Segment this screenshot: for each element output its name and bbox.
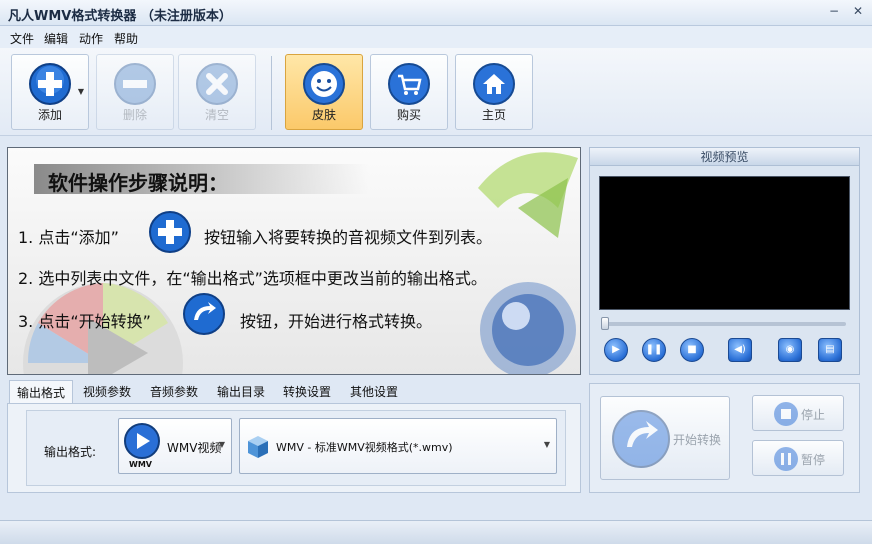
- skin-label: 皮肤: [311, 108, 336, 122]
- tab-output-format[interactable]: 输出格式: [9, 380, 73, 404]
- seek-handle[interactable]: [601, 317, 609, 330]
- convert-arrow-icon: [612, 410, 670, 468]
- menu-help[interactable]: 帮助: [114, 30, 138, 47]
- plus-icon: [149, 211, 191, 253]
- close-button[interactable]: ✕: [850, 4, 866, 20]
- chevron-down-icon: ▼: [543, 440, 550, 449]
- format-profile-value: WMV - 标准WMV视频格式(*.wmv): [276, 441, 453, 454]
- home-label: 主页: [481, 108, 506, 122]
- pause-button[interactable]: 暂停: [752, 440, 844, 476]
- clear-label: 清空: [204, 108, 229, 122]
- title-bar: 凡人WMV格式转换器 （未注册版本） − ✕: [0, 0, 872, 26]
- skin-button[interactable]: 皮肤: [285, 54, 363, 130]
- output-format-label: 输出格式:: [44, 445, 97, 459]
- tab-other-settings[interactable]: 其他设置: [342, 380, 406, 404]
- video-preview-panel: 视频预览 ▶ ❚❚ ■ ◀) ◉ ▤: [589, 147, 860, 375]
- menu-bar: 文件 编辑 动作 帮助: [0, 26, 872, 48]
- x-icon: [196, 63, 238, 105]
- step-1-prefix: 1. 点击“添加”: [18, 228, 119, 247]
- buy-button[interactable]: 购买: [370, 54, 448, 130]
- instructions-panel: 软件操作步骤说明： 1. 点击“添加” 按钮输入将要转换的音视频文件到列表。 2…: [7, 147, 581, 375]
- step-2: 2. 选中列表中文件，在“输出格式”选项框中更改当前的输出格式。: [18, 269, 487, 288]
- plus-icon: [29, 63, 71, 105]
- play-icon[interactable]: ▶: [604, 338, 628, 362]
- minimize-button[interactable]: −: [826, 4, 842, 20]
- start-convert-button[interactable]: 开始转换: [600, 396, 730, 480]
- cart-icon: [388, 63, 430, 105]
- remove-label: 删除: [122, 108, 147, 122]
- clear-button[interactable]: 清空: [178, 54, 256, 130]
- tab-video-params[interactable]: 视频参数: [75, 380, 139, 404]
- instructions-header: 软件操作步骤说明：: [34, 164, 368, 195]
- window-title: 凡人WMV格式转换器 （未注册版本）: [8, 9, 232, 24]
- volume-icon[interactable]: ◀): [728, 338, 752, 362]
- tab-audio-params[interactable]: 音频参数: [142, 380, 206, 404]
- wmv-player-icon: [124, 423, 160, 459]
- instructions-title: 软件操作步骤说明：: [48, 171, 228, 195]
- remove-button[interactable]: 删除: [96, 54, 174, 130]
- home-button[interactable]: 主页: [455, 54, 533, 130]
- status-bar: [0, 520, 872, 544]
- format-category-value: WMV视频: [167, 441, 222, 455]
- pause-label: 暂停: [801, 453, 826, 467]
- add-button[interactable]: ▼ 添加: [11, 54, 89, 130]
- smiley-icon: [303, 63, 345, 105]
- pause-icon[interactable]: ❚❚: [642, 338, 666, 362]
- minus-icon: [114, 63, 156, 105]
- snapshot-icon[interactable]: ◉: [778, 338, 802, 362]
- seek-bar[interactable]: [603, 322, 846, 326]
- orb-logo-icon: [480, 282, 576, 374]
- wmv-badge: WMV: [129, 460, 152, 469]
- format-profile-select[interactable]: WMV - 标准WMV视频格式(*.wmv) ▼: [239, 418, 557, 474]
- tab-output-dir[interactable]: 输出目录: [209, 380, 273, 404]
- toolbar-separator: [271, 56, 272, 130]
- chevron-down-icon[interactable]: ▼: [78, 87, 84, 96]
- menu-action[interactable]: 动作: [79, 30, 103, 47]
- start-convert-label: 开始转换: [673, 433, 722, 447]
- convert-arrow-icon: [183, 293, 225, 335]
- buy-label: 购买: [396, 108, 421, 122]
- preview-title: 视频预览: [590, 148, 859, 166]
- format-category-select[interactable]: WMV WMV视频 ▼: [118, 418, 232, 474]
- menu-file[interactable]: 文件: [10, 30, 34, 47]
- video-screen: [599, 176, 850, 310]
- stop-icon: [774, 402, 798, 426]
- video-cube-icon: [248, 436, 268, 458]
- folder-icon[interactable]: ▤: [818, 338, 842, 362]
- stop-label: 停止: [801, 408, 826, 422]
- step-3-suffix: 按钮，开始进行格式转换。: [240, 312, 433, 331]
- chevron-down-icon: ▼: [218, 440, 225, 449]
- tab-convert-settings[interactable]: 转换设置: [275, 380, 339, 404]
- toolbar: ▼ 添加 删除 清空 皮肤 购买 主页: [0, 48, 872, 136]
- pause-icon: [774, 447, 798, 471]
- house-icon: [473, 63, 515, 105]
- add-label: 添加: [37, 108, 62, 122]
- stop-button[interactable]: 停止: [752, 395, 844, 431]
- step-3-prefix: 3. 点击“开始转换”: [18, 312, 151, 331]
- stop-icon[interactable]: ■: [680, 338, 704, 362]
- menu-edit[interactable]: 编辑: [44, 30, 68, 47]
- step-1-suffix: 按钮输入将要转换的音视频文件到列表。: [204, 228, 493, 247]
